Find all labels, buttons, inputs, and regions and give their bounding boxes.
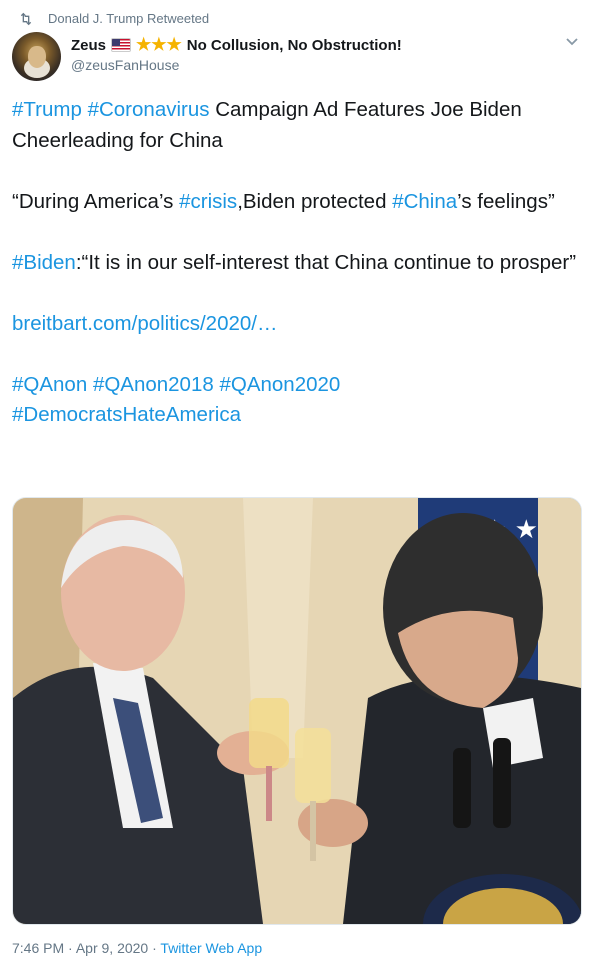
tweet-link-paragraph: breitbart.com/politics/2020/… <box>12 309 582 340</box>
meta-separator-1: · <box>68 940 73 956</box>
chevron-down-icon[interactable] <box>564 36 580 48</box>
hashtag-china[interactable]: #China <box>392 190 457 213</box>
hashtag-biden[interactable]: #Biden <box>12 251 76 274</box>
us-flag-icon <box>111 38 132 52</box>
tweet-paragraph-1: #Trump #Coronavirus Campaign Ad Features… <box>12 95 582 156</box>
meta-separator-2: · <box>152 940 157 956</box>
author-name[interactable]: Zeus <box>71 37 106 54</box>
avatar-face <box>28 46 46 68</box>
hashtag-qanon[interactable]: #QAnon <box>12 373 87 396</box>
hashtag-trump[interactable]: #Trump <box>12 98 82 121</box>
paragraph-2-pre: “During America’s <box>12 189 180 213</box>
tweet-date[interactable]: Apr 9, 2020 <box>76 940 148 956</box>
tweet-hashtags: #QAnon #QAnon2018 #QAnon2020 #DemocratsH… <box>12 370 582 431</box>
avatar[interactable] <box>12 32 61 81</box>
hashtag-democratshateamerica[interactable]: #DemocratsHateAmerica <box>12 403 241 426</box>
stars-icon: ★★★ <box>136 35 182 54</box>
paragraph-2-post: ’s feelings” <box>457 189 555 213</box>
tweet-time[interactable]: 7:46 PM <box>12 940 64 956</box>
hashtag-crisis[interactable]: #crisis <box>179 190 237 213</box>
tweet-paragraph-2: “During America’s #crisis,Biden protecte… <box>12 187 582 218</box>
paragraph-3-text: :“It is in our self-interest that China … <box>75 250 577 274</box>
retweet-icon <box>20 12 32 26</box>
tweet-source-app[interactable]: Twitter Web App <box>160 940 262 956</box>
hashtag-coronavirus[interactable]: #Coronavirus <box>88 98 210 121</box>
article-link[interactable]: breitbart.com/politics/2020/… <box>12 312 277 335</box>
tweet-paragraph-3: #Biden:“It is in our self-interest that … <box>12 248 582 279</box>
hashtag-qanon2018[interactable]: #QAnon2018 <box>93 373 214 396</box>
tweet-photo[interactable]: ★ ★ ★ ★ <box>12 497 582 925</box>
retweet-label[interactable]: Donald J. Trump Retweeted <box>48 11 209 26</box>
tweet-text: #Trump #Coronavirus Campaign Ad Features… <box>12 95 582 431</box>
photo-illustration: ★ ★ ★ ★ <box>13 498 581 924</box>
paragraph-2-mid: ,Biden protected <box>237 189 393 213</box>
author-handle[interactable]: @zeusFanHouse <box>71 57 179 73</box>
retweet-header: Donald J. Trump Retweeted <box>20 11 209 26</box>
tweet-meta: 7:46 PM · Apr 9, 2020 · Twitter Web App <box>12 940 262 956</box>
author-name-row[interactable]: Zeus ★★★ No Collusion, No Obstruction! <box>71 35 402 55</box>
hashtag-qanon2020[interactable]: #QAnon2020 <box>219 373 340 396</box>
author-tagline[interactable]: No Collusion, No Obstruction! <box>187 37 402 54</box>
